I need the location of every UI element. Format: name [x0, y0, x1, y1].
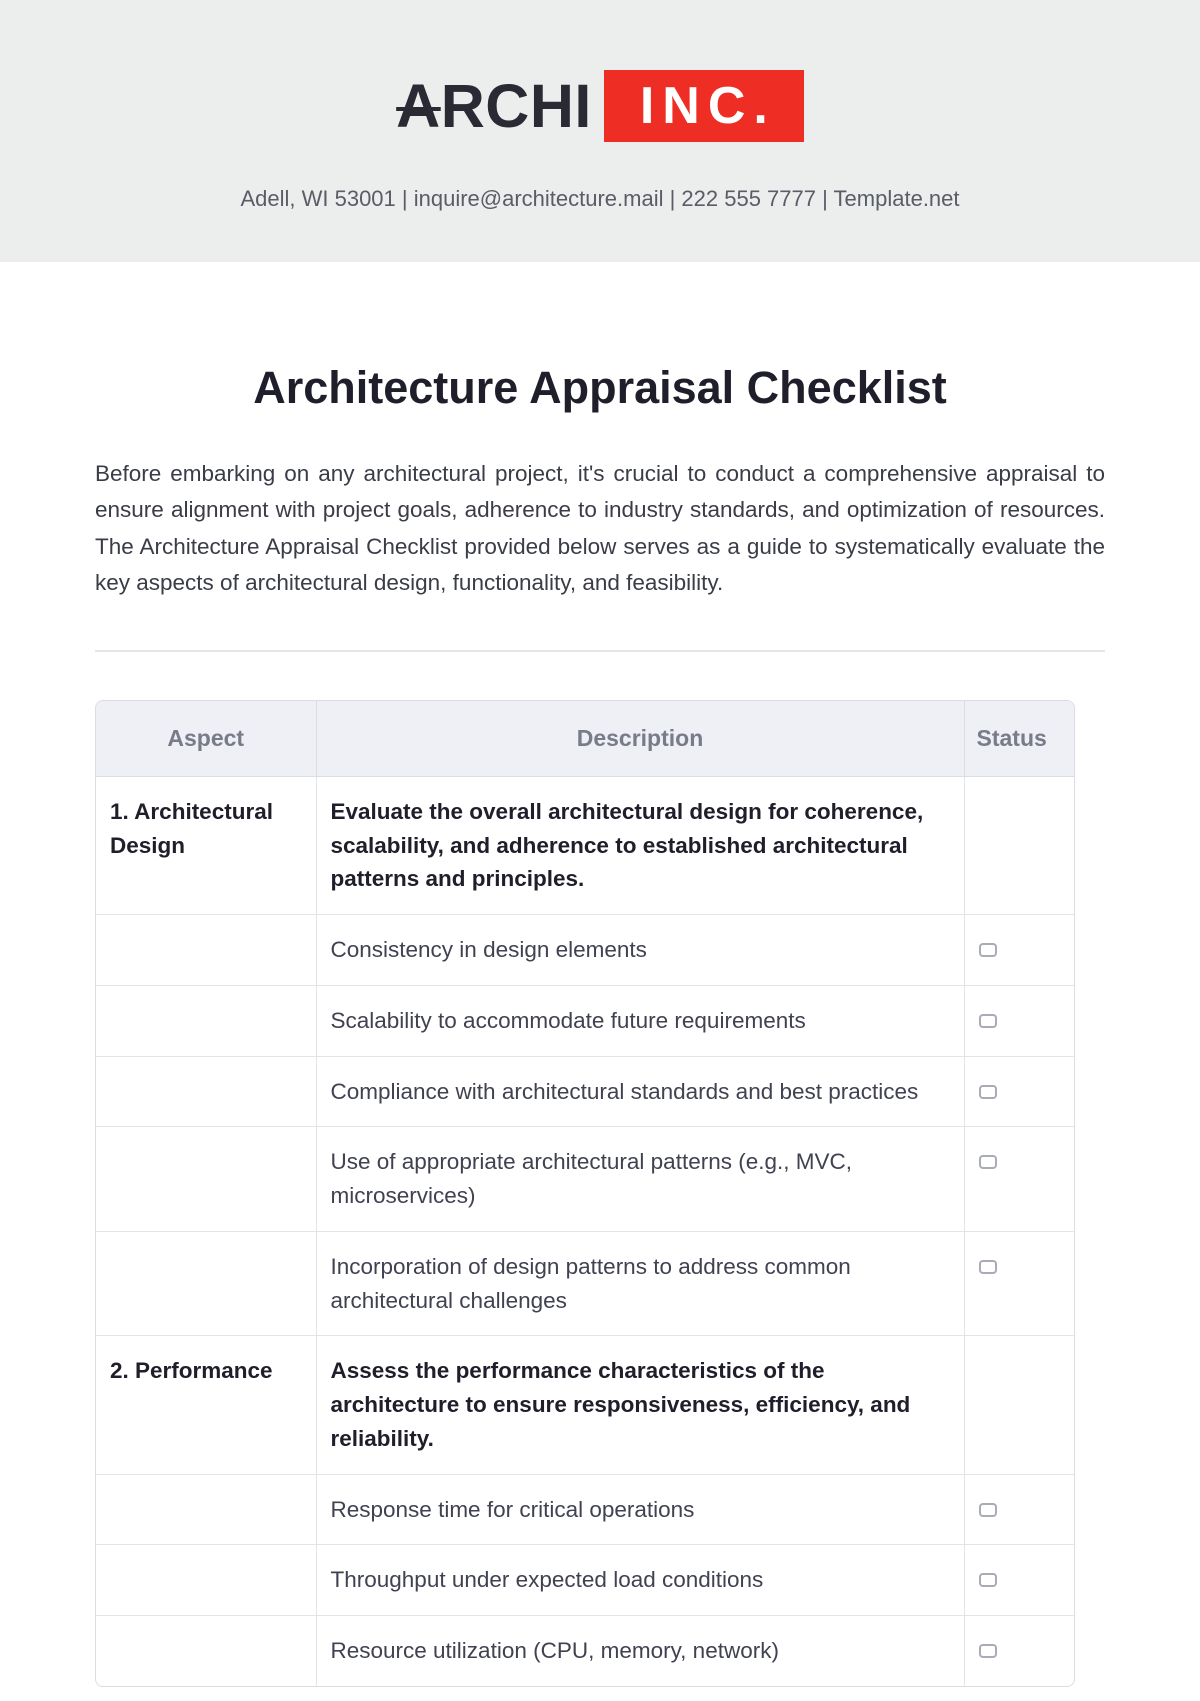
status-checkbox[interactable] [979, 1260, 997, 1274]
section-status-empty [964, 776, 1074, 914]
item-description: Use of appropriate architectural pattern… [316, 1127, 964, 1232]
item-status-cell [964, 1545, 1074, 1616]
status-checkbox[interactable] [979, 1155, 997, 1169]
status-checkbox[interactable] [979, 1644, 997, 1658]
item-description: Incorporation of design patterns to addr… [316, 1231, 964, 1336]
item-aspect-empty [96, 1127, 316, 1232]
section-aspect: 1. Architectural Design [96, 776, 316, 914]
item-description: Throughput under expected load condition… [316, 1545, 964, 1616]
checklist-table: Aspect Description Status 1. Architectur… [96, 701, 1074, 1686]
company-logo: ARCHI INC. [396, 70, 804, 142]
item-description: Response time for critical operations [316, 1474, 964, 1545]
column-header-description: Description [316, 701, 964, 777]
section-summary: Assess the performance characteristics o… [316, 1336, 964, 1474]
status-checkbox[interactable] [979, 1503, 997, 1517]
item-status-cell [964, 1056, 1074, 1127]
section-aspect: 2. Performance [96, 1336, 316, 1474]
item-status-cell [964, 915, 1074, 986]
checklist-item-row: Scalability to accommodate future requir… [96, 985, 1074, 1056]
checklist-item-row: Throughput under expected load condition… [96, 1545, 1074, 1616]
item-aspect-empty [96, 985, 316, 1056]
status-checkbox[interactable] [979, 943, 997, 957]
status-checkbox[interactable] [979, 1014, 997, 1028]
item-status-cell [964, 985, 1074, 1056]
section-header-row: 2. PerformanceAssess the performance cha… [96, 1336, 1074, 1474]
checklist-item-row: Resource utilization (CPU, memory, netwo… [96, 1616, 1074, 1686]
item-status-cell [964, 1616, 1074, 1686]
item-description: Scalability to accommodate future requir… [316, 985, 964, 1056]
page-title: Architecture Appraisal Checklist [95, 362, 1105, 414]
item-description: Resource utilization (CPU, memory, netwo… [316, 1616, 964, 1686]
column-header-aspect: Aspect [96, 701, 316, 777]
document-body: Architecture Appraisal Checklist Before … [0, 262, 1200, 1687]
checklist-item-row: Consistency in design elements [96, 915, 1074, 986]
item-aspect-empty [96, 1056, 316, 1127]
checklist-item-row: Response time for critical operations [96, 1474, 1074, 1545]
checklist-item-row: Compliance with architectural standards … [96, 1056, 1074, 1127]
section-header-row: 1. Architectural DesignEvaluate the over… [96, 776, 1074, 914]
status-checkbox[interactable] [979, 1085, 997, 1099]
section-summary: Evaluate the overall architectural desig… [316, 776, 964, 914]
checklist-item-row: Use of appropriate architectural pattern… [96, 1127, 1074, 1232]
item-aspect-empty [96, 1545, 316, 1616]
section-status-empty [964, 1336, 1074, 1474]
item-aspect-empty [96, 1231, 316, 1336]
item-status-cell [964, 1127, 1074, 1232]
intro-paragraph: Before embarking on any architectural pr… [95, 456, 1105, 602]
checklist-table-container: Aspect Description Status 1. Architectur… [95, 700, 1075, 1687]
item-description: Consistency in design elements [316, 915, 964, 986]
item-aspect-empty [96, 915, 316, 986]
checklist-item-row: Incorporation of design patterns to addr… [96, 1231, 1074, 1336]
status-checkbox[interactable] [979, 1573, 997, 1587]
item-status-cell [964, 1231, 1074, 1336]
contact-info: Adell, WI 53001 | inquire@architecture.m… [0, 186, 1200, 212]
item-description: Compliance with architectural standards … [316, 1056, 964, 1127]
logo-text-archi: ARCHI [396, 71, 592, 141]
divider [95, 650, 1105, 652]
column-header-status: Status [964, 701, 1074, 777]
item-aspect-empty [96, 1474, 316, 1545]
item-status-cell [964, 1474, 1074, 1545]
document-header: ARCHI INC. Adell, WI 53001 | inquire@arc… [0, 0, 1200, 262]
item-aspect-empty [96, 1616, 316, 1686]
logo-badge-inc: INC. [604, 70, 804, 142]
